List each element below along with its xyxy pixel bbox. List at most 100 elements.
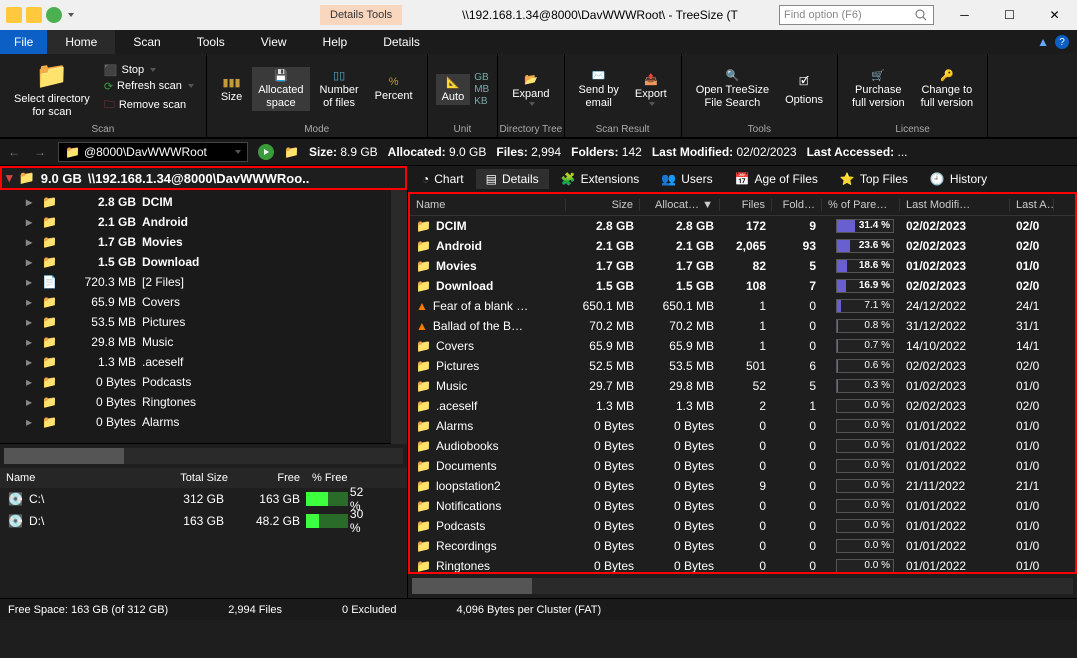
- nav-forward-button[interactable]: →: [32, 145, 48, 159]
- unit-mb-button[interactable]: MB: [474, 84, 489, 95]
- unit-auto-button[interactable]: 📐Auto: [436, 74, 471, 105]
- tree-row[interactable]: ▸📁0 BytesRingtones: [0, 392, 391, 412]
- close-button[interactable]: ✕: [1032, 0, 1077, 30]
- tab-extensions[interactable]: 🧩Extensions: [551, 169, 650, 189]
- drive-row[interactable]: 💽D:\163 GB48.2 GB30 %: [0, 510, 407, 532]
- tree-root-row[interactable]: ▾📁 9.0 GB \\192.168.1.34@8000\DavWWWRoo.…: [0, 166, 407, 190]
- drives-col-pct[interactable]: % Free: [306, 472, 376, 484]
- menu-scan[interactable]: Scan: [115, 30, 178, 54]
- col-name[interactable]: Name: [410, 199, 566, 211]
- unit-gb-button[interactable]: GB: [474, 72, 489, 83]
- purchase-button[interactable]: 🛒Purchase full version: [846, 67, 911, 110]
- mode-numfiles-button[interactable]: ▯▯Number of files: [314, 67, 365, 110]
- col-files[interactable]: Files: [720, 199, 772, 211]
- col-percent[interactable]: % of Pare…: [822, 199, 900, 211]
- tree-row[interactable]: ▸📁0 BytesPodcasts: [0, 372, 391, 392]
- tree-row[interactable]: ▸📁29.8 MBMusic: [0, 332, 391, 352]
- grid-row[interactable]: ▲Fear of a blank …650.1 MB650.1 MB107.1 …: [410, 296, 1075, 316]
- grid-row[interactable]: 📁Documents0 Bytes0 Bytes000.0 %01/01/202…: [410, 456, 1075, 476]
- qat-refresh-icon[interactable]: [46, 7, 62, 23]
- tab-details[interactable]: ▤Details: [476, 169, 549, 189]
- grid-row[interactable]: 📁Music29.7 MB29.8 MB5250.3 %01/02/202301…: [410, 376, 1075, 396]
- menu-file[interactable]: File: [0, 30, 47, 54]
- col-accessed[interactable]: Last A…: [1010, 199, 1054, 211]
- help-icon[interactable]: ?: [1055, 35, 1069, 49]
- change-version-button[interactable]: 🔑Change to full version: [915, 67, 980, 110]
- remove-scan-button[interactable]: 🗀Remove scan: [100, 95, 198, 116]
- tree-scrollbar[interactable]: [391, 190, 407, 444]
- stop-scan-button[interactable]: ⬛Stop: [100, 63, 198, 78]
- tree-row[interactable]: ▸📁2.1 GBAndroid: [0, 212, 391, 232]
- export-button[interactable]: 📤Export: [629, 71, 673, 108]
- mode-allocated-button[interactable]: 💾Allocated space: [252, 67, 309, 110]
- tree-hscroll[interactable]: [4, 448, 403, 464]
- tree-name: .aceself: [142, 355, 183, 369]
- grid-row[interactable]: 📁Android2.1 GB2.1 GB2,0659323.6 %02/02/2…: [410, 236, 1075, 256]
- qat-folder-icon[interactable]: [26, 7, 42, 23]
- grid-row[interactable]: 📁Notifications0 Bytes0 Bytes000.0 %01/01…: [410, 496, 1075, 516]
- tab-chart[interactable]: ◔Chart: [412, 169, 474, 189]
- refresh-scan-button[interactable]: ⟳Refresh scan: [100, 79, 198, 94]
- open-filesearch-button[interactable]: 🔍Open TreeSize File Search: [690, 67, 775, 110]
- grid-row[interactable]: 📁loopstation20 Bytes0 Bytes900.0 %21/11/…: [410, 476, 1075, 496]
- col-folders[interactable]: Fold…: [772, 199, 822, 211]
- minimize-button[interactable]: ─: [942, 0, 987, 30]
- grid-row[interactable]: 📁Recordings0 Bytes0 Bytes000.0 %01/01/20…: [410, 536, 1075, 556]
- tree-row[interactable]: ▸📄720.3 MB[2 Files]: [0, 272, 391, 292]
- qat-dropdown-icon[interactable]: [68, 13, 74, 17]
- grid-row[interactable]: 📁Covers65.9 MB65.9 MB100.7 %14/10/202214…: [410, 336, 1075, 356]
- select-directory-button[interactable]: 📁Select directory for scan: [8, 58, 96, 119]
- tree-size: 0 Bytes: [64, 375, 136, 389]
- col-allocated[interactable]: Allocat… ▼: [640, 199, 720, 211]
- drives-col-free[interactable]: Free: [234, 472, 306, 484]
- nav-back-button[interactable]: ←: [6, 145, 22, 159]
- grid-row[interactable]: 📁Ringtones0 Bytes0 Bytes000.0 %01/01/202…: [410, 556, 1075, 572]
- path-input[interactable]: 📁@8000\DavWWWRoot: [58, 142, 248, 162]
- find-option-input[interactable]: Find option (F6): [779, 5, 934, 25]
- grid-row[interactable]: 📁DCIM2.8 GB2.8 GB172931.4 %02/02/202302/…: [410, 216, 1075, 236]
- drives-col-name[interactable]: Name: [0, 472, 154, 484]
- tree-body[interactable]: ▸📁2.8 GBDCIM▸📁2.1 GBAndroid▸📁1.7 GBMovie…: [0, 190, 391, 444]
- tab-age[interactable]: 📅Age of Files: [725, 169, 828, 189]
- grid-hscroll[interactable]: [412, 578, 1073, 594]
- grid-row[interactable]: 📁Alarms0 Bytes0 Bytes000.0 %01/01/202201…: [410, 416, 1075, 436]
- col-modified[interactable]: Last Modifi…: [900, 199, 1010, 211]
- mode-size-button[interactable]: ▮▮▮Size: [215, 74, 248, 105]
- grid-row[interactable]: 📁.aceself1.3 MB1.3 MB210.0 %02/02/202302…: [410, 396, 1075, 416]
- menu-details[interactable]: Details: [365, 30, 438, 54]
- mode-percent-button[interactable]: %Percent: [369, 74, 419, 104]
- grid-row[interactable]: ▲Ballad of the B…70.2 MB70.2 MB100.8 %31…: [410, 316, 1075, 336]
- grid-body[interactable]: 📁DCIM2.8 GB2.8 GB172931.4 %02/02/202302/…: [410, 216, 1075, 572]
- tab-topfiles[interactable]: ⭐Top Files: [830, 169, 918, 189]
- drives-col-total[interactable]: Total Size: [154, 472, 234, 484]
- tab-users[interactable]: 👥Users: [651, 169, 722, 189]
- unit-kb-button[interactable]: KB: [474, 96, 489, 107]
- tab-history[interactable]: 🕘History: [920, 169, 997, 189]
- rescan-button[interactable]: [258, 144, 274, 160]
- menu-view[interactable]: View: [243, 30, 305, 54]
- ribbon-group-scan: Scan: [0, 124, 206, 137]
- tree-row[interactable]: ▸📁65.9 MBCovers: [0, 292, 391, 312]
- tree-row[interactable]: ▸📁1.5 GBDownload: [0, 252, 391, 272]
- grid-row[interactable]: 📁Download1.5 GB1.5 GB108716.9 %02/02/202…: [410, 276, 1075, 296]
- tree-row[interactable]: ▸📁53.5 MBPictures: [0, 312, 391, 332]
- tree-size: 2.1 GB: [64, 215, 136, 229]
- tree-row[interactable]: ▸📁2.8 GBDCIM: [0, 192, 391, 212]
- maximize-button[interactable]: ☐: [987, 0, 1032, 30]
- grid-row[interactable]: 📁Audiobooks0 Bytes0 Bytes000.0 %01/01/20…: [410, 436, 1075, 456]
- menu-home[interactable]: Home: [47, 30, 115, 54]
- grid-row[interactable]: 📁Movies1.7 GB1.7 GB82518.6 %01/02/202301…: [410, 256, 1075, 276]
- options-button[interactable]: 🗹Options: [779, 71, 829, 108]
- send-email-button[interactable]: ✉️Send by email: [573, 67, 625, 110]
- tree-row[interactable]: ▸📁0 BytesAlarms: [0, 412, 391, 432]
- tree-row[interactable]: ▸📁1.3 MB.aceself: [0, 352, 391, 372]
- menu-help[interactable]: Help: [305, 30, 366, 54]
- col-size[interactable]: Size: [566, 199, 640, 211]
- grid-row[interactable]: 📁Podcasts0 Bytes0 Bytes000.0 %01/01/2022…: [410, 516, 1075, 536]
- expand-button[interactable]: 📂Expand: [506, 71, 555, 108]
- tree-row[interactable]: ▸📁1.7 GBMovies: [0, 232, 391, 252]
- details-grid: Name Size Allocat… ▼ Files Fold… % of Pa…: [408, 192, 1077, 574]
- menu-tools[interactable]: Tools: [179, 30, 243, 54]
- grid-row[interactable]: 📁Pictures52.5 MB53.5 MB50160.6 %02/02/20…: [410, 356, 1075, 376]
- collapse-ribbon-icon[interactable]: ▲: [1037, 35, 1049, 49]
